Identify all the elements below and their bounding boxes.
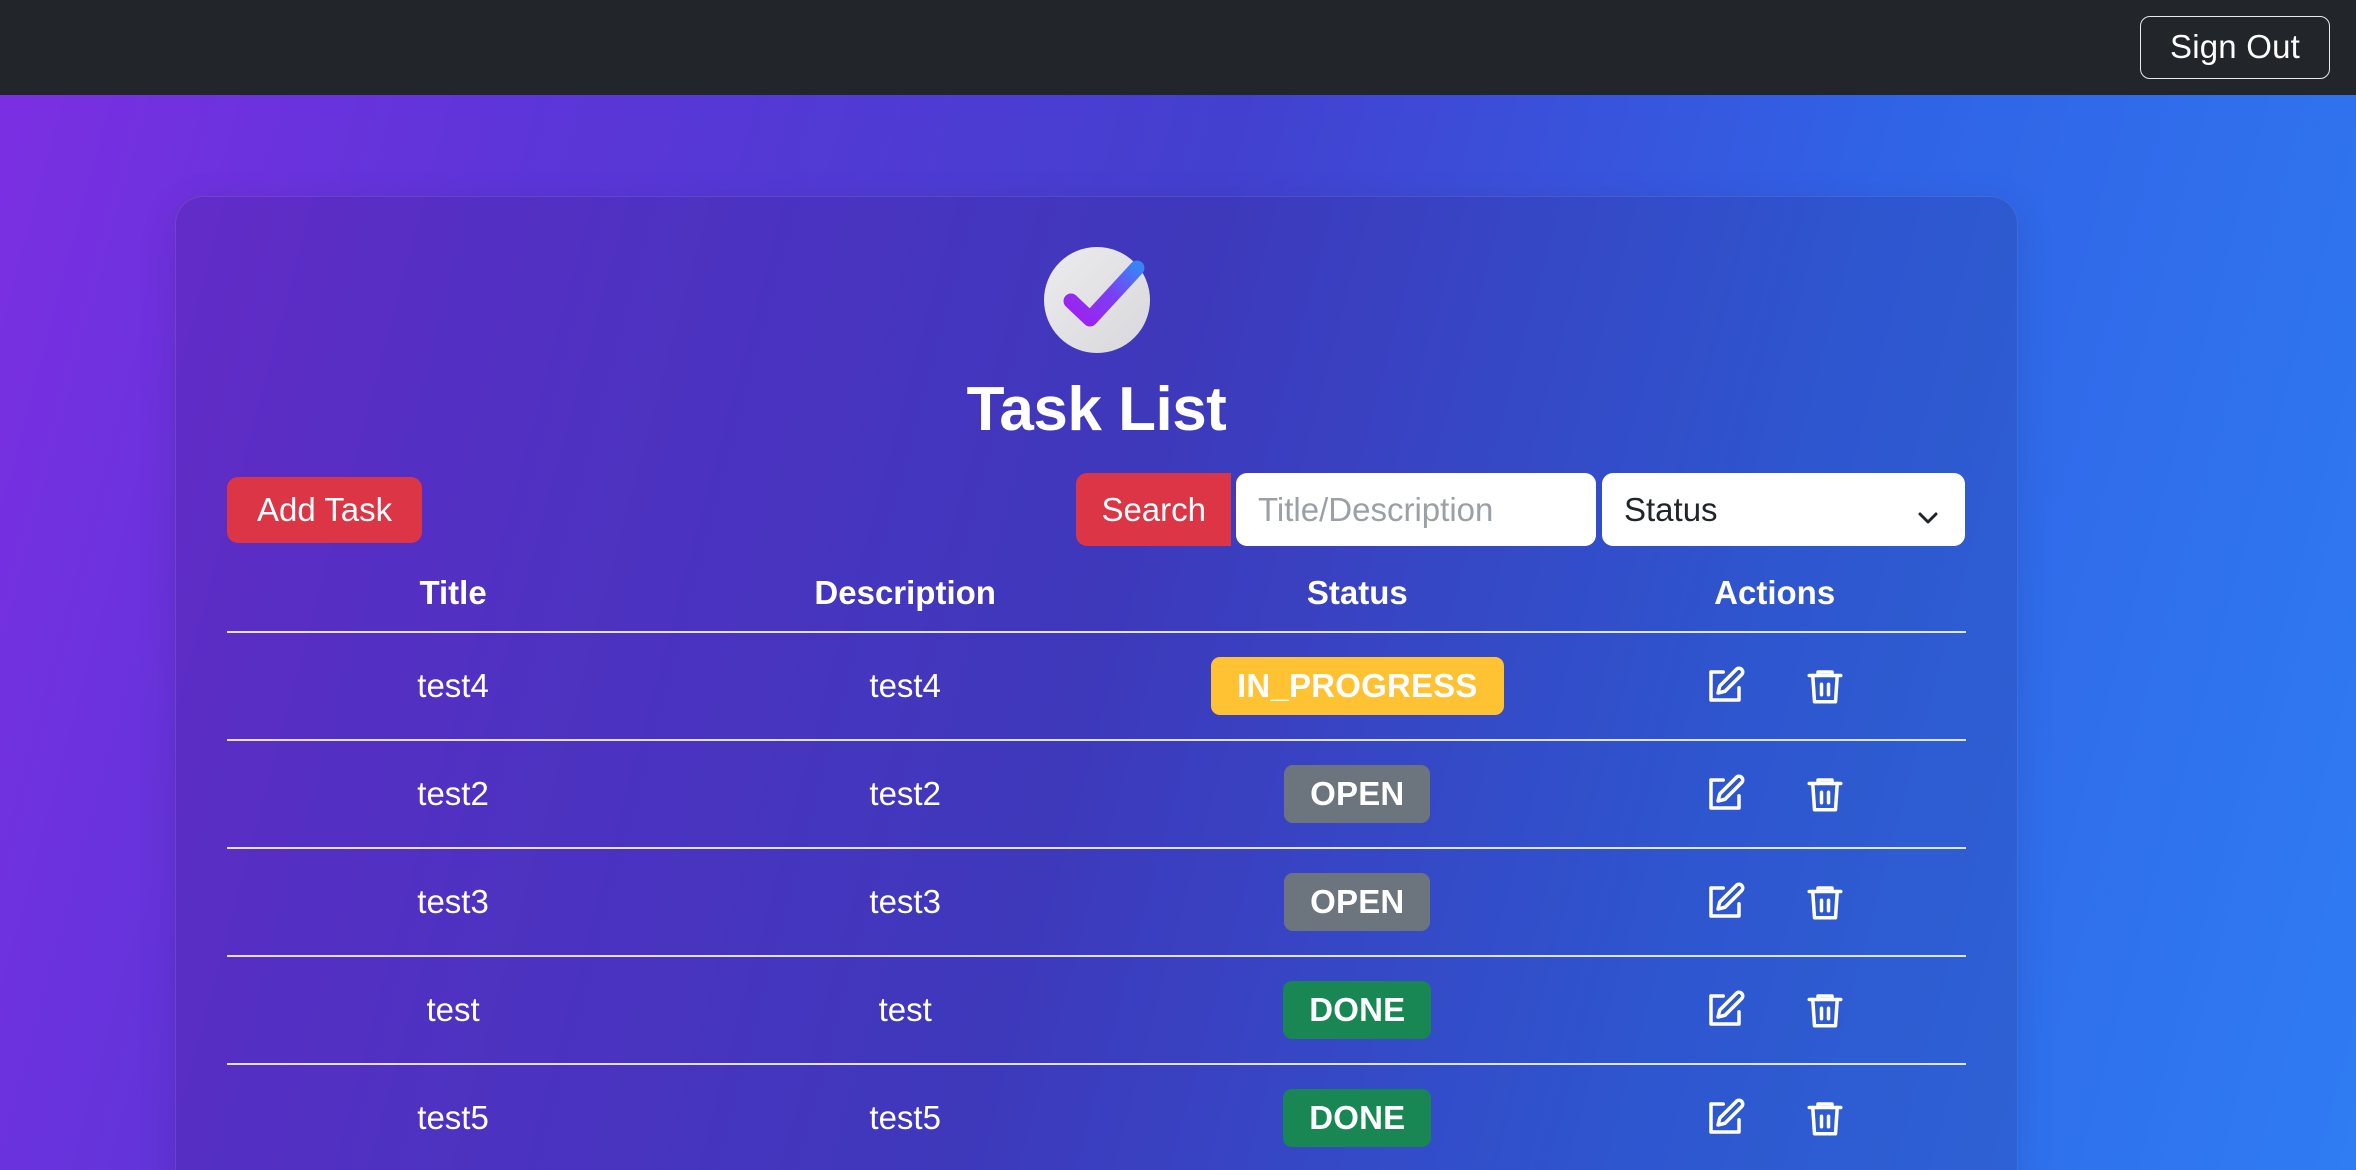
cell-status: IN_PROGRESS — [1131, 632, 1584, 741]
cell-description: test — [679, 956, 1132, 1065]
row-actions — [1583, 881, 1966, 923]
cell-description: test3 — [679, 848, 1132, 957]
column-header-actions: Actions — [1583, 574, 1966, 633]
cell-title: test4 — [227, 632, 680, 741]
task-table: Title Description Status Actions test4 te… — [227, 574, 1966, 1170]
cell-status: OPEN — [1131, 740, 1584, 849]
cell-title: test — [227, 956, 680, 1065]
row-actions — [1583, 773, 1966, 815]
table-row: test test DONE — [227, 956, 1966, 1065]
toolbar: Add Task Search Status — [176, 473, 2017, 553]
status-badge: IN_PROGRESS — [1211, 657, 1504, 715]
cell-title: test2 — [227, 740, 680, 849]
trash-icon[interactable] — [1804, 665, 1846, 707]
page-title: Task List — [966, 375, 1227, 444]
edit-pencil-icon[interactable] — [1704, 1097, 1746, 1139]
cell-actions — [1583, 848, 1966, 957]
column-header-status: Status — [1131, 574, 1584, 633]
task-list-card: Task List Add Task Search Status — [175, 196, 2018, 1170]
cell-actions — [1583, 1064, 1966, 1170]
status-filter-value: Status — [1624, 490, 1718, 528]
status-filter-select[interactable]: Status — [1602, 473, 1965, 546]
trash-icon[interactable] — [1804, 773, 1846, 815]
logo-container — [176, 245, 2017, 355]
status-badge: OPEN — [1284, 765, 1431, 823]
top-navbar: Sign Out — [0, 0, 2356, 95]
sign-out-button[interactable]: Sign Out — [2139, 16, 2330, 79]
cell-status: DONE — [1131, 956, 1584, 1065]
cell-actions — [1583, 632, 1966, 741]
row-actions — [1583, 1097, 1966, 1139]
cell-status: OPEN — [1131, 848, 1584, 957]
trash-icon[interactable] — [1804, 881, 1846, 923]
table-header-row: Title Description Status Actions — [227, 574, 1966, 633]
search-input[interactable] — [1236, 473, 1596, 546]
cell-description: test5 — [679, 1064, 1132, 1170]
cell-status: DONE — [1131, 1064, 1584, 1170]
cell-title: test3 — [227, 848, 680, 957]
cell-description: test4 — [679, 632, 1132, 741]
column-header-description: Description — [679, 574, 1132, 633]
status-badge: DONE — [1283, 1089, 1432, 1147]
edit-pencil-icon[interactable] — [1704, 989, 1746, 1031]
status-badge: DONE — [1283, 981, 1432, 1039]
cell-actions — [1583, 956, 1966, 1065]
edit-pencil-icon[interactable] — [1704, 665, 1746, 707]
table-row: test2 test2 OPEN — [227, 740, 1966, 849]
table-row: test4 test4 IN_PROGRESS — [227, 632, 1966, 741]
table-row: test5 test5 DONE — [227, 1064, 1966, 1170]
trash-icon[interactable] — [1804, 1097, 1846, 1139]
check-circle-icon — [1042, 245, 1152, 355]
task-table-body: test4 test4 IN_PROGRESS test2 test2 OPEN test3… — [227, 632, 1966, 1170]
chevron-down-icon — [1917, 499, 1939, 523]
add-task-button[interactable]: Add Task — [227, 477, 423, 544]
search-button[interactable]: Search — [1076, 473, 1231, 546]
table-row: test3 test3 OPEN — [227, 848, 1966, 957]
cell-description: test2 — [679, 740, 1132, 849]
edit-pencil-icon[interactable] — [1704, 881, 1746, 923]
column-header-title: Title — [227, 574, 680, 633]
page-background: Task List Add Task Search Status — [0, 95, 2356, 1170]
row-actions — [1583, 989, 1966, 1031]
search-group: Search Status — [1076, 473, 1965, 546]
status-badge: OPEN — [1284, 873, 1431, 931]
edit-pencil-icon[interactable] — [1704, 773, 1746, 815]
cell-title: test5 — [227, 1064, 680, 1170]
trash-icon[interactable] — [1804, 989, 1846, 1031]
row-actions — [1583, 665, 1966, 707]
cell-actions — [1583, 740, 1966, 849]
